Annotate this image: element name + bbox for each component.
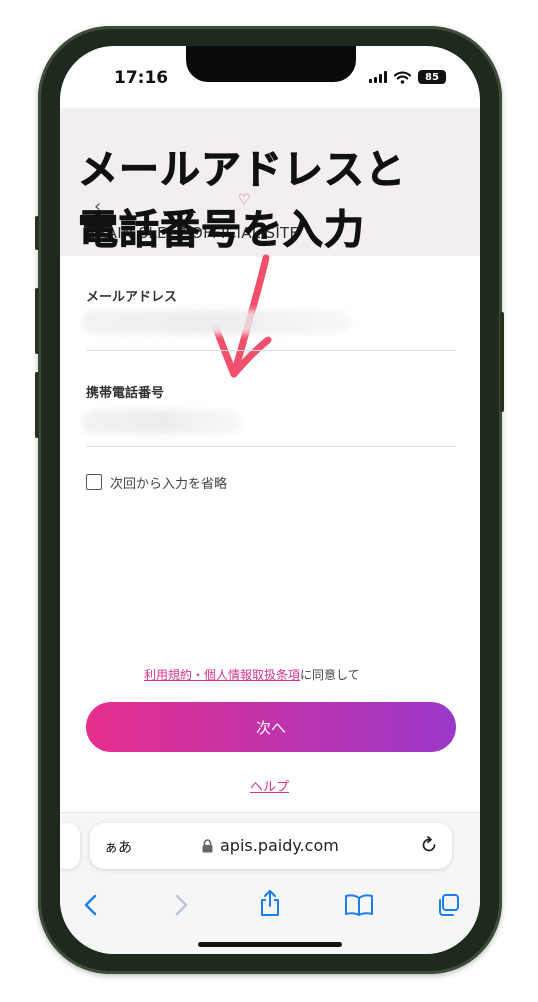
wifi-icon	[394, 70, 411, 84]
phone-label: 携帯電話番号	[86, 386, 165, 401]
power-button	[500, 312, 504, 412]
safari-toolbar	[60, 887, 480, 927]
page-settings-button[interactable]: ぁあ	[104, 837, 132, 857]
url-bar[interactable]: ぁあ apis.paidy.com	[90, 823, 452, 869]
forward-icon[interactable]	[172, 893, 190, 917]
home-indicator	[198, 942, 342, 947]
annotation-overlay: メールアドレスと 電話番号を入力	[78, 140, 406, 260]
battery-icon: 85	[418, 70, 446, 84]
terms-suffix: に同意して	[300, 668, 360, 682]
next-button[interactable]: 次へ	[86, 702, 456, 752]
remember-label: 次回から入力を省略	[110, 477, 228, 492]
cellular-signal-icon	[369, 71, 387, 83]
bookmarks-icon[interactable]	[344, 893, 374, 917]
back-icon[interactable]	[82, 893, 100, 917]
phone-screen: 17:16 85 ‹ ♡ BRAIN SLEEP OFFICIAL SITE メ…	[60, 46, 480, 954]
share-icon[interactable]	[258, 889, 282, 917]
phone-divider	[86, 446, 456, 447]
safari-bottom-bar: ぁあ apis.paidy.com	[60, 812, 480, 954]
status-time: 17:16	[114, 68, 169, 88]
email-field[interactable]	[82, 310, 352, 334]
lock-icon	[202, 839, 213, 853]
reload-icon[interactable]	[420, 836, 438, 854]
volume-up-button	[35, 288, 39, 354]
terms-text: 利用規約・個人情報取扱条項に同意して	[144, 666, 360, 683]
terms-link[interactable]: 利用規約・個人情報取扱条項	[144, 668, 300, 682]
remember-checkbox[interactable]	[86, 474, 102, 490]
phone-field[interactable]	[82, 410, 242, 434]
mute-switch	[35, 216, 39, 250]
email-divider	[86, 350, 456, 351]
previous-tab-peek[interactable]	[60, 823, 80, 869]
email-label: メールアドレス	[86, 290, 178, 305]
notch	[186, 46, 356, 82]
url-text: apis.paidy.com	[220, 836, 339, 855]
tabs-icon[interactable]	[436, 893, 460, 917]
volume-down-button	[35, 372, 39, 438]
overlay-line-1: メールアドレスと	[78, 147, 406, 194]
help-link[interactable]: ヘルプ	[250, 776, 289, 795]
overlay-line-2: 電話番号を入力	[78, 207, 365, 254]
status-icons: 85	[369, 70, 446, 84]
